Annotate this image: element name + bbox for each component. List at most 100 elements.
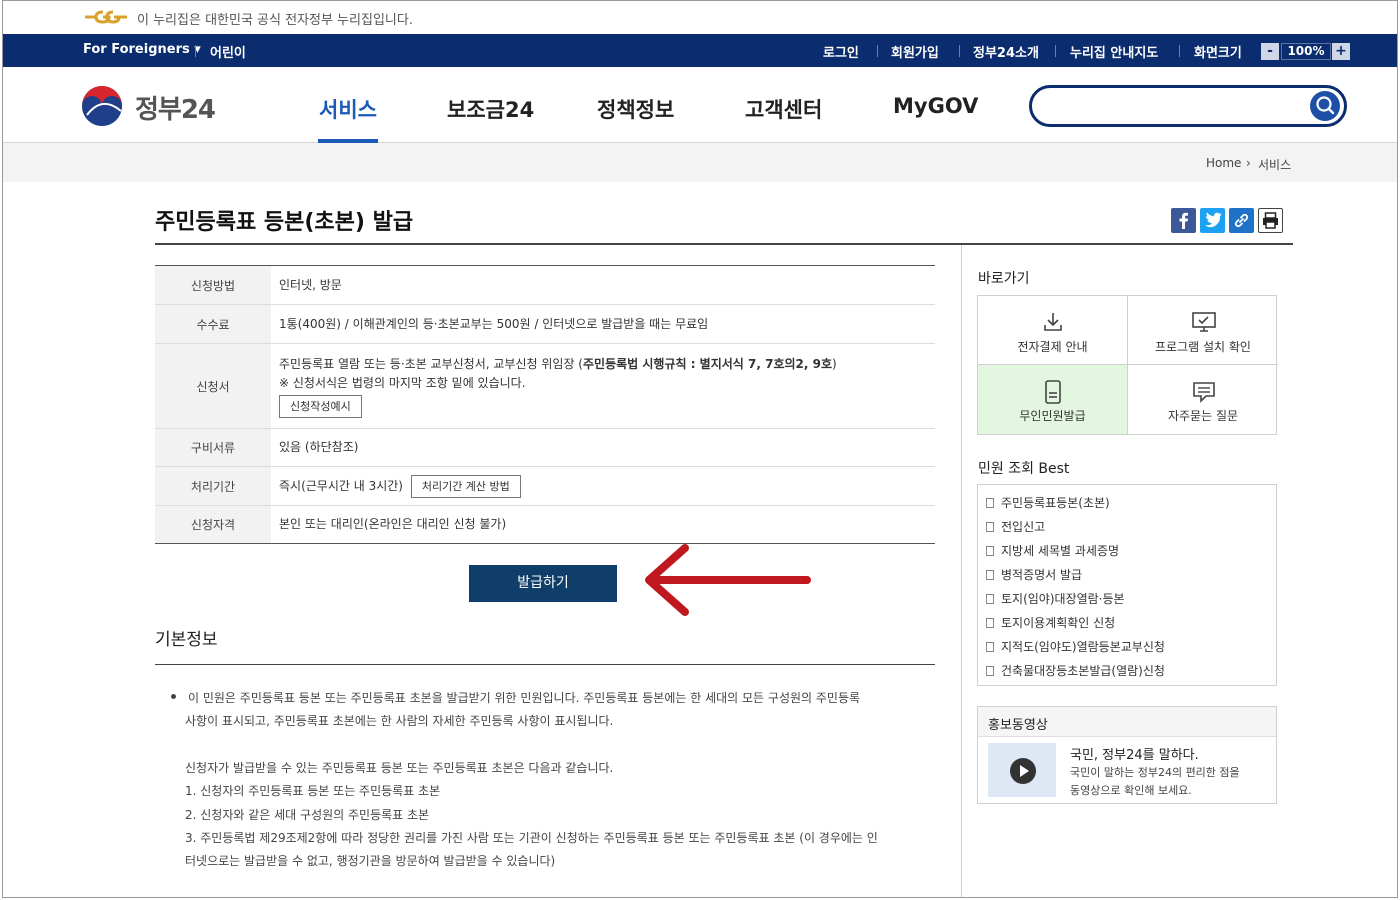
table-row: 신청자격 본인 또는 대리인(온라인은 대리인 신청 불가) bbox=[155, 505, 935, 544]
menu-mygov[interactable]: MyGOV bbox=[893, 94, 978, 118]
description-line: 신청자가 발급받을 수 있는 주민등록표 등본 또는 주민등록표 초본은 다음과… bbox=[185, 761, 614, 775]
table-row: 구비서류 있음 (하단참조) bbox=[155, 428, 935, 467]
quick-faq[interactable]: 자주묻는 질문 bbox=[1128, 365, 1278, 434]
document-icon bbox=[986, 618, 994, 628]
list-item[interactable]: 토지이용계획확인 신청 bbox=[986, 614, 1115, 631]
for-foreigners-link[interactable]: For Foreigners ▾ bbox=[83, 42, 201, 57]
print-icon[interactable] bbox=[1258, 208, 1283, 233]
red-arrow-annotation-icon bbox=[645, 544, 811, 616]
section-divider bbox=[155, 664, 935, 665]
method-value: 인터넷, 방문 bbox=[271, 265, 935, 305]
promo-video-title: 홍보동영상 bbox=[988, 718, 1048, 733]
list-item-label: 건축물대장등초본발급(열람)신청 bbox=[1001, 664, 1165, 678]
breadcrumb-separator-icon: › bbox=[1246, 156, 1251, 170]
gov-banner: 이 누리집은 대한민국 공식 전자정부 누리집입니다. bbox=[3, 1, 1397, 34]
document-icon bbox=[986, 546, 994, 556]
about-gov24-link[interactable]: 정부24소개 bbox=[973, 42, 1039, 61]
list-item-label: 토지이용계획확인 신청 bbox=[1001, 616, 1116, 630]
description-line: 2. 신청자와 같은 세대 구성원의 주민등록표 초본 bbox=[185, 808, 430, 822]
period-value-cell: 즉시(근무시간 내 3시간) 처리기간 계산 방법 bbox=[271, 466, 935, 506]
taegeuk-logo-icon[interactable] bbox=[81, 85, 127, 127]
video-heading[interactable]: 국민, 정부24를 말하다. bbox=[1070, 744, 1199, 763]
video-thumbnail[interactable] bbox=[988, 743, 1056, 797]
login-link[interactable]: 로그인 bbox=[823, 42, 859, 61]
list-item-label: 병적증명서 발급 bbox=[1001, 568, 1083, 582]
method-label: 신청방법 bbox=[155, 265, 271, 305]
page-title: 주민등록표 등본(초본) 발급 bbox=[155, 210, 414, 235]
video-description: 국민이 말하는 정부24의 편리한 점을 bbox=[1070, 766, 1240, 779]
description-line: 3. 주민등록법 제29조제2항에 따라 정당한 권리를 가진 사람 또는 기관… bbox=[185, 831, 878, 845]
quick-label: 전자결제 안내 bbox=[1017, 340, 1088, 354]
best-services-title: 민원 조회 Best bbox=[978, 461, 1070, 477]
quick-program-install-check[interactable]: 프로그램 설치 확인 bbox=[1128, 296, 1278, 365]
list-item-label: 전입신고 bbox=[1001, 520, 1046, 534]
facebook-share-icon[interactable] bbox=[1171, 208, 1196, 233]
document-icon bbox=[986, 498, 994, 508]
browser-page: 이 누리집은 대한민국 공식 전자정부 누리집입니다. For Foreigne… bbox=[2, 0, 1398, 898]
docs-value: 있음 (하단참조) bbox=[271, 428, 935, 467]
document-icon bbox=[986, 642, 994, 652]
chat-bubble-icon bbox=[1193, 382, 1215, 403]
title-divider bbox=[155, 243, 1293, 245]
list-item-label: 토지(임야)대장열람·등본 bbox=[1001, 592, 1125, 606]
menu-subsidy24[interactable]: 보조금24 bbox=[447, 94, 534, 124]
video-description: 동영상으로 확인해 보세요. bbox=[1070, 784, 1192, 797]
list-item[interactable]: 지방세 세목별 과세증명 bbox=[986, 542, 1119, 559]
table-row: 신청방법 인터넷, 방문 bbox=[155, 265, 935, 305]
twitter-share-icon[interactable] bbox=[1200, 208, 1225, 233]
monitor-check-icon bbox=[1192, 312, 1216, 332]
list-item-label: 주민등록표등본(초본) bbox=[1001, 496, 1110, 510]
search-input[interactable] bbox=[1048, 94, 1308, 118]
period-calc-button[interactable]: 처리기간 계산 방법 bbox=[410, 474, 521, 498]
search-button[interactable] bbox=[1310, 91, 1340, 121]
list-item[interactable]: 전입신고 bbox=[986, 518, 1045, 535]
service-info-table: 신청방법 인터넷, 방문 수수료 1통(400원) / 이해관계인의 등·초본교… bbox=[155, 265, 935, 544]
list-item-label: 지방세 세목별 과세증명 bbox=[1001, 544, 1120, 558]
quick-epayment-guide[interactable]: 전자결제 안내 bbox=[978, 296, 1128, 365]
zoom-out-button[interactable]: - bbox=[1261, 43, 1279, 60]
basic-info-title: 기본정보 bbox=[155, 630, 218, 650]
divider bbox=[1055, 45, 1056, 57]
kiosk-icon bbox=[1045, 380, 1061, 404]
copy-link-icon[interactable] bbox=[1229, 208, 1254, 233]
list-item[interactable]: 병적증명서 발급 bbox=[986, 566, 1082, 583]
fee-label: 수수료 bbox=[155, 304, 271, 344]
breadcrumb-home[interactable]: Home bbox=[1206, 156, 1241, 170]
form-law-reference: 주민등록법 시행규칙 : 별지서식 7, 7호의2, 9호 bbox=[582, 356, 833, 371]
list-item[interactable]: 지적도(임야도)열람등본교부신청 bbox=[986, 638, 1165, 655]
best-services-list: 주민등록표등본(초본) 전입신고 지방세 세목별 과세증명 병적증명서 발급 토… bbox=[977, 484, 1277, 686]
divider bbox=[1179, 45, 1180, 57]
site-header: 정부24 서비스 보조금24 정책정보 고객센터 MyGOV bbox=[3, 67, 1397, 143]
quick-label: 프로그램 설치 확인 bbox=[1155, 340, 1251, 354]
quick-links-grid: 전자결제 안내 프로그램 설치 확인 무인민원발급 자주묻는 질문 bbox=[977, 295, 1278, 435]
menu-services[interactable]: 서비스 bbox=[319, 94, 377, 124]
bullet-icon bbox=[171, 694, 176, 699]
docs-label: 구비서류 bbox=[155, 428, 271, 467]
issue-button[interactable]: 발급하기 bbox=[469, 565, 617, 602]
period-value: 즉시(근무시간 내 3시간) bbox=[279, 478, 403, 493]
list-item[interactable]: 주민등록표등본(초본) bbox=[986, 494, 1110, 511]
list-item[interactable]: 토지(임야)대장열람·등본 bbox=[986, 590, 1125, 607]
quick-label: 무인민원발급 bbox=[1019, 409, 1086, 423]
menu-customer-center[interactable]: 고객센터 bbox=[745, 94, 822, 124]
sidebar-divider bbox=[961, 245, 962, 897]
download-icon bbox=[1044, 313, 1062, 331]
breadcrumb-services[interactable]: 서비스 bbox=[1258, 156, 1291, 173]
kids-link[interactable]: 어린이 bbox=[210, 42, 246, 61]
zoom-level: 100% bbox=[1281, 43, 1331, 60]
quick-kiosk-issue[interactable]: 무인민원발급 bbox=[978, 365, 1128, 434]
site-logo-text[interactable]: 정부24 bbox=[135, 89, 216, 126]
document-icon bbox=[986, 570, 994, 580]
description-line: 터넷으로는 발급받을 수 없고, 행정기관을 방문하여 발급받을 수 있습니다) bbox=[185, 854, 556, 868]
gov-banner-text: 이 누리집은 대한민국 공식 전자정부 누리집입니다. bbox=[137, 13, 413, 28]
play-icon bbox=[1010, 758, 1036, 784]
signup-link[interactable]: 회원가입 bbox=[891, 42, 939, 61]
list-item[interactable]: 건축물대장등초본발급(열람)신청 bbox=[986, 662, 1165, 679]
quick-links-title: 바로가기 bbox=[978, 271, 1030, 287]
zoom-in-button[interactable]: + bbox=[1332, 43, 1350, 60]
table-row: 처리기간 즉시(근무시간 내 3시간) 처리기간 계산 방법 bbox=[155, 466, 935, 506]
breadcrumb: Home › 서비스 bbox=[3, 143, 1397, 182]
menu-policy-info[interactable]: 정책정보 bbox=[597, 94, 674, 124]
site-map-link[interactable]: 누리집 안내지도 bbox=[1070, 42, 1158, 61]
form-example-button[interactable]: 신청작성예시 bbox=[279, 394, 362, 418]
